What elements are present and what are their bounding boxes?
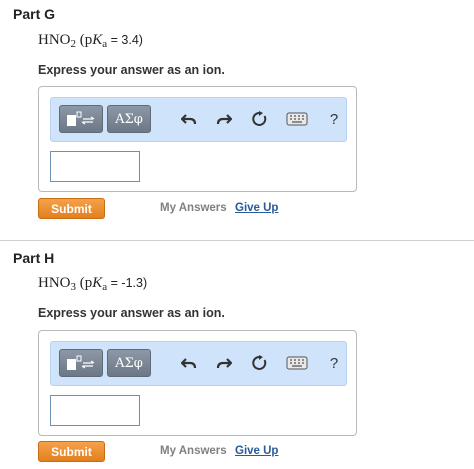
formula: HNO bbox=[38, 275, 71, 291]
pk-k: K bbox=[92, 275, 103, 291]
question-text: HNO3 (pKa = -1.3) bbox=[38, 275, 148, 293]
submit-label: Submit bbox=[51, 201, 92, 216]
answer-input[interactable] bbox=[50, 151, 140, 182]
redo-icon[interactable] bbox=[213, 107, 235, 131]
answer-input[interactable] bbox=[50, 395, 140, 426]
pk-prefix: (p bbox=[79, 32, 93, 48]
pk-k: K bbox=[92, 32, 103, 48]
submit-label: Submit bbox=[51, 444, 92, 459]
greek-label: ΑΣφ bbox=[115, 111, 143, 127]
greek-label: ΑΣφ bbox=[115, 355, 143, 371]
keyboard-icon[interactable] bbox=[285, 107, 309, 131]
pk-subscript: a bbox=[102, 281, 108, 293]
part-title: Part H bbox=[13, 250, 55, 266]
template-button[interactable] bbox=[59, 105, 103, 133]
formula-subscript: 3 bbox=[70, 281, 77, 293]
section-divider bbox=[0, 240, 474, 241]
help-icon[interactable]: ? bbox=[323, 107, 345, 131]
part-title: Part G bbox=[13, 6, 56, 22]
help-icon[interactable]: ? bbox=[323, 351, 345, 375]
pk-value: = -1.3) bbox=[107, 276, 148, 290]
template-icon bbox=[67, 355, 95, 370]
pk-value: = 3.4) bbox=[107, 33, 143, 47]
template-button[interactable] bbox=[59, 349, 103, 377]
give-up-link[interactable]: Give Up bbox=[235, 445, 278, 457]
my-answers-link[interactable]: My Answers bbox=[160, 445, 227, 457]
reset-icon[interactable] bbox=[249, 351, 271, 375]
answer-box: ΑΣφ ? bbox=[38, 330, 357, 436]
keyboard-icon[interactable] bbox=[285, 351, 309, 375]
pk-subscript: a bbox=[102, 38, 108, 50]
submit-button[interactable]: Submit bbox=[38, 198, 105, 219]
formula-subscript: 2 bbox=[70, 38, 77, 50]
equation-toolbar: ΑΣφ ? bbox=[50, 341, 347, 386]
give-up-link[interactable]: Give Up bbox=[235, 202, 278, 214]
instruction-text: Express your answer as an ion. bbox=[38, 306, 225, 320]
reset-icon[interactable] bbox=[249, 107, 271, 131]
question-text: HNO2 (pKa = 3.4) bbox=[38, 32, 143, 50]
pk-prefix: (p bbox=[79, 275, 93, 291]
help-label: ? bbox=[329, 110, 339, 128]
equation-toolbar: ΑΣφ ? bbox=[50, 97, 347, 142]
greek-symbols-button[interactable]: ΑΣφ bbox=[107, 349, 151, 377]
formula: HNO bbox=[38, 32, 71, 48]
help-label: ? bbox=[329, 354, 339, 372]
instruction-text: Express your answer as an ion. bbox=[38, 63, 225, 77]
greek-symbols-button[interactable]: ΑΣφ bbox=[107, 105, 151, 133]
template-icon bbox=[67, 111, 95, 126]
redo-icon[interactable] bbox=[213, 351, 235, 375]
undo-icon[interactable] bbox=[178, 107, 200, 131]
answer-box: ΑΣφ ? bbox=[38, 86, 357, 192]
submit-button[interactable]: Submit bbox=[38, 441, 105, 462]
undo-icon[interactable] bbox=[178, 351, 200, 375]
my-answers-link[interactable]: My Answers bbox=[160, 202, 227, 214]
